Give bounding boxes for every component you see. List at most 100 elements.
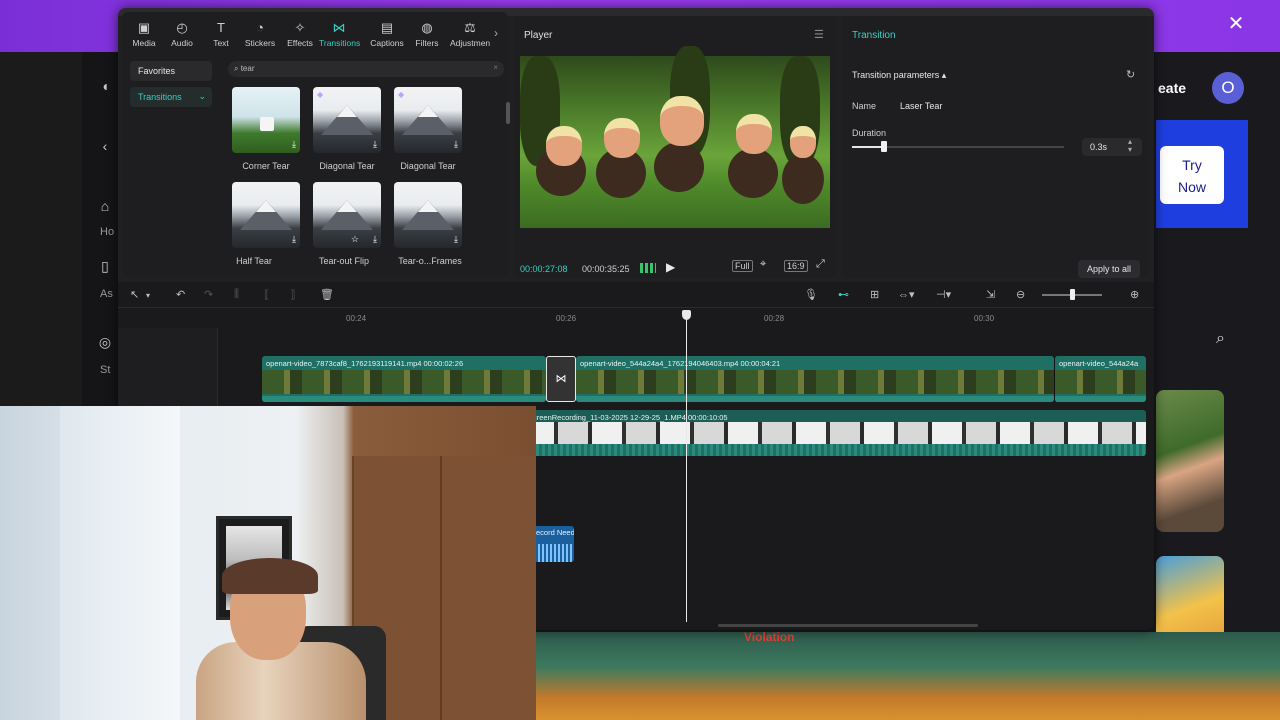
tab-captions[interactable]: ▤ Captions — [367, 20, 407, 48]
close-icon[interactable]: ✕ — [1222, 10, 1250, 38]
assets-icon[interactable]: ▯ — [90, 258, 120, 275]
link-icon[interactable]: ⊞ — [870, 288, 879, 301]
tab-transitions[interactable]: ⋈ Transitions — [319, 20, 360, 48]
create-button[interactable]: eate — [1158, 74, 1212, 102]
transition-item-thumbnail[interactable]: ◆ ⤓ — [313, 87, 381, 153]
delete-icon[interactable]: 🗑 — [320, 288, 334, 301]
search-icon: ⌕ — [234, 64, 241, 73]
tab-media[interactable]: ▣ Media — [124, 20, 164, 48]
transition-item-thumbnail[interactable]: ⤓ — [232, 182, 300, 248]
playhead-handle[interactable] — [682, 310, 691, 320]
download-icon[interactable]: ⤓ — [454, 139, 458, 150]
duration-stepper[interactable]: ▴ ▾ — [1128, 138, 1132, 154]
try-now-button[interactable]: Try Now — [1160, 146, 1224, 204]
full-quality-button[interactable]: Full — [732, 260, 753, 272]
microphone-icon[interactable]: 🎙 — [804, 288, 818, 301]
reset-icon[interactable]: ↻ — [1126, 68, 1135, 81]
violation-text: Violation — [744, 630, 795, 644]
playhead[interactable] — [686, 316, 687, 622]
transition-item-label: Corner Tear — [242, 161, 290, 171]
search-input[interactable]: ⌕ tear × — [228, 61, 504, 77]
trim-right-icon[interactable]: ⟧ — [290, 288, 295, 301]
timeline-scrollbar[interactable] — [718, 624, 978, 627]
chevron-right-icon[interactable]: › — [494, 26, 498, 40]
text-icon: T — [217, 20, 225, 35]
back-icon[interactable]: ‹ — [90, 138, 120, 154]
zoom-icon[interactable]: ⌕ — [1216, 330, 1225, 348]
tab-text[interactable]: T Text — [201, 20, 241, 48]
download-icon[interactable]: ⤓ — [292, 139, 296, 150]
aspect-ratio-button[interactable]: 16:9 — [784, 260, 808, 272]
redo-icon[interactable]: ↷ — [204, 288, 213, 301]
ruler-tick: 00:24 — [346, 314, 367, 323]
duration-input[interactable]: 0.3s — [1082, 138, 1142, 156]
sidebar-item-transitions[interactable]: Transitions ⌄ — [130, 87, 212, 107]
chair-image — [260, 117, 274, 131]
download-icon[interactable]: ⤓ — [454, 234, 458, 245]
chevron-down-icon: ⌄ — [198, 91, 206, 101]
favorite-star-icon[interactable]: ☆ — [351, 234, 359, 245]
transitions-icon: ⋈ — [332, 20, 346, 35]
ruler-tick: 00:28 — [764, 314, 785, 323]
magnet-icon[interactable]: ⊷ — [838, 288, 849, 301]
total-time: 00:00:35:25 — [582, 264, 630, 274]
video-clip[interactable]: openart-video_544a24a — [1054, 356, 1146, 402]
transition-item-label: Diagonal Tear — [319, 161, 375, 171]
tab-filters[interactable]: ◍ Filters — [407, 20, 447, 48]
undo-icon[interactable]: ↶ — [176, 288, 185, 301]
gallery-thumbnail[interactable] — [1156, 390, 1224, 532]
duration-label: Duration — [852, 128, 887, 138]
screen-recording-clip[interactable]: ScreenRecording_11-03-2025 12-29-25_1.MP… — [524, 410, 1146, 456]
transition-parameters-header[interactable]: Transition parameters ▴ — [852, 70, 946, 81]
split-icon[interactable]: ⫼ — [234, 288, 239, 301]
transition-item-thumbnail[interactable]: ☆ ⤓ — [313, 182, 381, 248]
tab-stickers[interactable]: ◔ Stickers — [240, 20, 280, 48]
apply-to-all-button[interactable]: Apply to all — [1078, 260, 1140, 278]
premium-icon: ◆ — [317, 90, 324, 99]
library-scrollbar[interactable] — [506, 102, 510, 124]
video-preview[interactable] — [520, 46, 830, 228]
zoom-in-icon[interactable]: ⊕ — [1130, 288, 1139, 301]
nav-label-home: Ho — [100, 226, 115, 238]
tab-effects[interactable]: ✧ Effects — [280, 20, 320, 48]
timeline-zoom-handle[interactable] — [1070, 289, 1075, 300]
fullscreen-icon[interactable]: ⤢ — [816, 258, 825, 271]
trim-left-icon[interactable]: ⟦ — [264, 288, 269, 301]
logo-icon[interactable]: ◖ — [90, 78, 120, 94]
chevron-down-icon[interactable]: ▾ — [146, 291, 150, 300]
ruler-tick: 00:26 — [556, 314, 577, 323]
duration-slider-handle[interactable] — [881, 141, 887, 152]
align-icon[interactable]: ⊣▾ — [936, 288, 951, 301]
video-clip[interactable]: openart-video_544a24a4_1762194046403.mp4… — [576, 356, 1054, 402]
transition-panel: Transition Transition parameters ▴ ↻ Nam… — [842, 16, 1148, 278]
download-icon[interactable]: ⤓ — [373, 234, 377, 245]
home-icon[interactable]: ⌂ — [90, 198, 120, 214]
transition-marker[interactable]: ⋈ — [546, 356, 576, 402]
menu-icon[interactable]: ☰ — [814, 28, 824, 41]
fit-timeline-icon[interactable]: ⇲ — [986, 288, 995, 301]
audio-clip[interactable]: ecord Need — [534, 526, 574, 562]
ruler-tick: 00:30 — [974, 314, 995, 323]
filters-icon: ◍ — [421, 20, 433, 35]
screenshot-icon[interactable]: ⌖ — [760, 258, 766, 271]
adjustment-icon: ⚖ — [464, 20, 476, 35]
preview-axis-icon[interactable]: ⇔▾ — [898, 288, 915, 301]
zoom-out-icon[interactable]: ⊖ — [1016, 288, 1025, 301]
download-icon[interactable]: ⤓ — [373, 139, 377, 150]
studio-icon[interactable]: ◎ — [90, 334, 120, 351]
sidebar-item-favorites[interactable]: Favorites — [130, 61, 212, 81]
tab-adjustment[interactable]: ⚖ Adjustmen — [450, 20, 490, 48]
transition-item-thumbnail[interactable]: ⤓ — [394, 182, 462, 248]
captions-icon: ▤ — [380, 20, 394, 35]
tab-audio[interactable]: ◴ Audio — [162, 20, 202, 48]
select-tool-icon[interactable]: ↖ — [130, 288, 139, 301]
avatar[interactable]: O — [1212, 72, 1244, 104]
video-clip[interactable]: openart-video_7873caf8_1762193119141.mp4… — [262, 356, 546, 402]
player-title: Player — [524, 30, 553, 41]
download-icon[interactable]: ⤓ — [292, 234, 296, 245]
panel-title: Transition — [852, 30, 896, 41]
transition-item-thumbnail[interactable]: ⤓ — [232, 87, 300, 153]
transition-item-thumbnail[interactable]: ◆ ⤓ — [394, 87, 462, 153]
clear-search-icon[interactable]: × — [493, 63, 498, 72]
play-button[interactable]: ▶ — [666, 260, 675, 274]
